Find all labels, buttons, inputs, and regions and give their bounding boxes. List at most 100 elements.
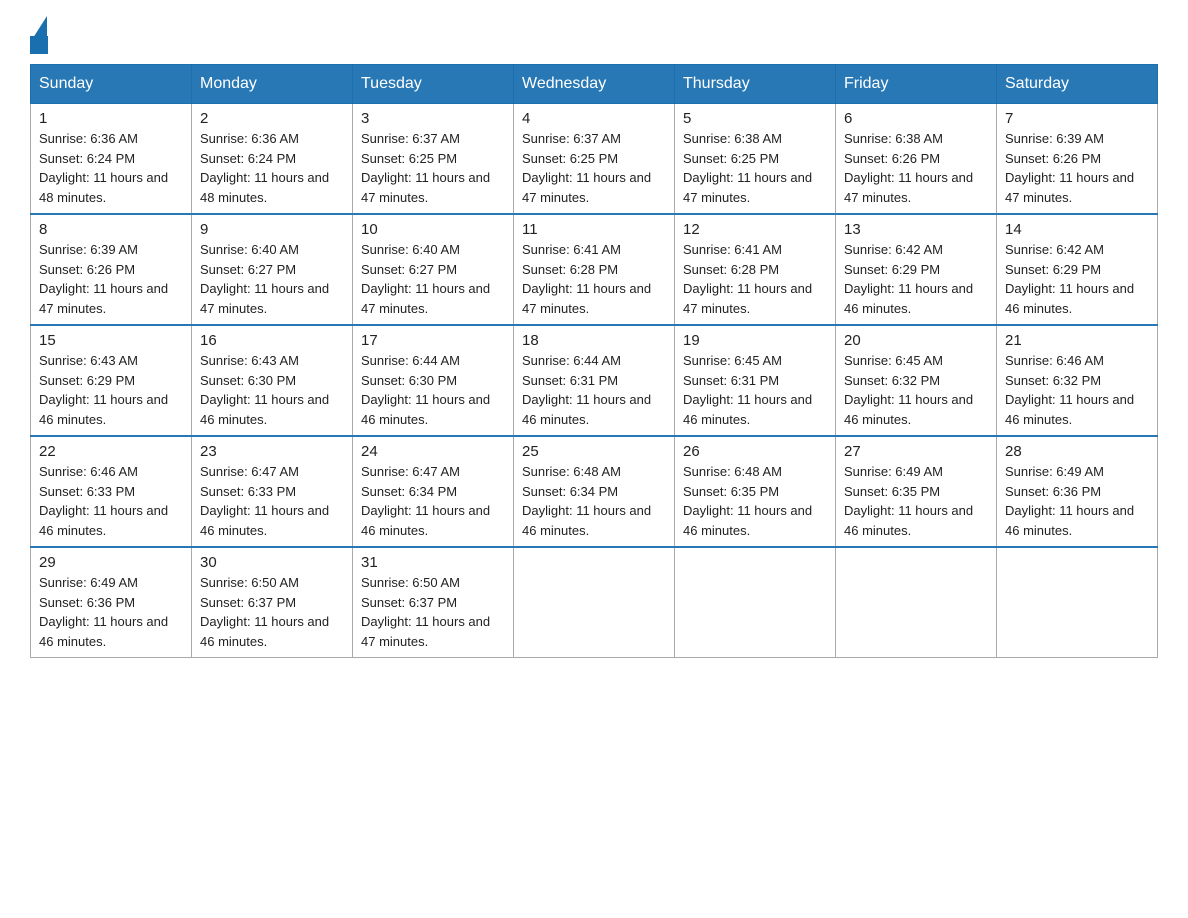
day-info: Sunrise: 6:47 AMSunset: 6:33 PMDaylight:… bbox=[200, 462, 344, 540]
day-number: 10 bbox=[361, 221, 505, 238]
calendar-day-cell: 9 Sunrise: 6:40 AMSunset: 6:27 PMDaylight… bbox=[192, 214, 353, 325]
calendar-day-cell: 15Sunrise: 6:43 AMSunset: 6:29 PMDayligh… bbox=[31, 325, 192, 436]
calendar-day-cell: 23Sunrise: 6:47 AMSunset: 6:33 PMDayligh… bbox=[192, 436, 353, 547]
day-info: Sunrise: 6:44 AMSunset: 6:30 PMDaylight:… bbox=[361, 351, 505, 429]
day-info: Sunrise: 6:37 AMSunset: 6:25 PMDaylight:… bbox=[361, 129, 505, 207]
calendar-day-cell: 8Sunrise: 6:39 AMSunset: 6:26 PMDaylight… bbox=[31, 214, 192, 325]
day-info: Sunrise: 6:49 AMSunset: 6:36 PMDaylight:… bbox=[1005, 462, 1149, 540]
calendar-day-cell: 29 Sunrise: 6:49 AMSunset: 6:36 PMDayligh… bbox=[31, 547, 192, 658]
calendar-day-cell: 5 Sunrise: 6:38 AMSunset: 6:25 PMDaylight… bbox=[675, 104, 836, 215]
day-number: 13 bbox=[844, 221, 988, 238]
calendar-day-cell bbox=[514, 547, 675, 658]
calendar-day-cell: 21 Sunrise: 6:46 AMSunset: 6:32 PMDayligh… bbox=[997, 325, 1158, 436]
day-info: Sunrise: 6:47 AMSunset: 6:34 PMDaylight:… bbox=[361, 462, 505, 540]
calendar-day-cell: 2 Sunrise: 6:36 AMSunset: 6:24 PMDaylight… bbox=[192, 104, 353, 215]
day-info: Sunrise: 6:42 AMSunset: 6:29 PMDaylight:… bbox=[1005, 240, 1149, 318]
calendar-day-cell bbox=[997, 547, 1158, 658]
calendar-header-wednesday: Wednesday bbox=[514, 65, 675, 104]
day-info: Sunrise: 6:46 AMSunset: 6:33 PMDaylight:… bbox=[39, 462, 183, 540]
calendar-table: SundayMondayTuesdayWednesdayThursdayFrid… bbox=[30, 64, 1158, 658]
calendar-week-row: 1 Sunrise: 6:36 AMSunset: 6:24 PMDaylight… bbox=[31, 104, 1158, 215]
calendar-day-cell: 14 Sunrise: 6:42 AMSunset: 6:29 PMDayligh… bbox=[997, 214, 1158, 325]
calendar-day-cell: 25 Sunrise: 6:48 AMSunset: 6:34 PMDayligh… bbox=[514, 436, 675, 547]
calendar-week-row: 29 Sunrise: 6:49 AMSunset: 6:36 PMDayligh… bbox=[31, 547, 1158, 658]
calendar-week-row: 15Sunrise: 6:43 AMSunset: 6:29 PMDayligh… bbox=[31, 325, 1158, 436]
calendar-day-cell: 30 Sunrise: 6:50 AMSunset: 6:37 PMDayligh… bbox=[192, 547, 353, 658]
calendar-header-thursday: Thursday bbox=[675, 65, 836, 104]
calendar-week-row: 8Sunrise: 6:39 AMSunset: 6:26 PMDaylight… bbox=[31, 214, 1158, 325]
day-number: 18 bbox=[522, 332, 666, 349]
day-number: 31 bbox=[361, 554, 505, 571]
day-number: 12 bbox=[683, 221, 827, 238]
day-info: Sunrise: 6:48 AMSunset: 6:34 PMDaylight:… bbox=[522, 462, 666, 540]
day-info: Sunrise: 6:43 AMSunset: 6:30 PMDaylight:… bbox=[200, 351, 344, 429]
day-info: Sunrise: 6:38 AMSunset: 6:26 PMDaylight:… bbox=[844, 129, 988, 207]
calendar-day-cell: 28 Sunrise: 6:49 AMSunset: 6:36 PMDayligh… bbox=[997, 436, 1158, 547]
calendar-day-cell: 4 Sunrise: 6:37 AMSunset: 6:25 PMDaylight… bbox=[514, 104, 675, 215]
day-number: 19 bbox=[683, 332, 827, 349]
day-number: 21 bbox=[1005, 332, 1149, 349]
day-number: 25 bbox=[522, 443, 666, 460]
day-number: 20 bbox=[844, 332, 988, 349]
day-number: 14 bbox=[1005, 221, 1149, 238]
day-info: Sunrise: 6:49 AMSunset: 6:36 PMDaylight:… bbox=[39, 573, 183, 651]
day-number: 8 bbox=[39, 221, 183, 238]
day-info: Sunrise: 6:37 AMSunset: 6:25 PMDaylight:… bbox=[522, 129, 666, 207]
calendar-day-cell: 27 Sunrise: 6:49 AMSunset: 6:35 PMDayligh… bbox=[836, 436, 997, 547]
calendar-day-cell: 13 Sunrise: 6:42 AMSunset: 6:29 PMDayligh… bbox=[836, 214, 997, 325]
day-number: 5 bbox=[683, 110, 827, 127]
calendar-day-cell bbox=[836, 547, 997, 658]
calendar-day-cell bbox=[675, 547, 836, 658]
day-number: 30 bbox=[200, 554, 344, 571]
calendar-day-cell: 20 Sunrise: 6:45 AMSunset: 6:32 PMDayligh… bbox=[836, 325, 997, 436]
day-number: 22 bbox=[39, 443, 183, 460]
calendar-day-cell: 18 Sunrise: 6:44 AMSunset: 6:31 PMDayligh… bbox=[514, 325, 675, 436]
calendar-week-row: 22 Sunrise: 6:46 AMSunset: 6:33 PMDayligh… bbox=[31, 436, 1158, 547]
day-number: 11 bbox=[522, 221, 666, 238]
logo-triangle-icon bbox=[33, 16, 47, 38]
day-number: 27 bbox=[844, 443, 988, 460]
day-number: 9 bbox=[200, 221, 344, 238]
calendar-day-cell: 31Sunrise: 6:50 AMSunset: 6:37 PMDayligh… bbox=[353, 547, 514, 658]
day-number: 1 bbox=[39, 110, 183, 127]
calendar-day-cell: 26Sunrise: 6:48 AMSunset: 6:35 PMDayligh… bbox=[675, 436, 836, 547]
day-info: Sunrise: 6:49 AMSunset: 6:35 PMDaylight:… bbox=[844, 462, 988, 540]
day-info: Sunrise: 6:41 AMSunset: 6:28 PMDaylight:… bbox=[683, 240, 827, 318]
day-info: Sunrise: 6:42 AMSunset: 6:29 PMDaylight:… bbox=[844, 240, 988, 318]
day-number: 16 bbox=[200, 332, 344, 349]
day-number: 7 bbox=[1005, 110, 1149, 127]
day-number: 26 bbox=[683, 443, 827, 460]
day-info: Sunrise: 6:40 AMSunset: 6:27 PMDaylight:… bbox=[200, 240, 344, 318]
day-info: Sunrise: 6:45 AMSunset: 6:31 PMDaylight:… bbox=[683, 351, 827, 429]
day-number: 28 bbox=[1005, 443, 1149, 460]
day-info: Sunrise: 6:45 AMSunset: 6:32 PMDaylight:… bbox=[844, 351, 988, 429]
calendar-header-row: SundayMondayTuesdayWednesdayThursdayFrid… bbox=[31, 65, 1158, 104]
day-number: 4 bbox=[522, 110, 666, 127]
calendar-day-cell: 3 Sunrise: 6:37 AMSunset: 6:25 PMDaylight… bbox=[353, 104, 514, 215]
calendar-day-cell: 6 Sunrise: 6:38 AMSunset: 6:26 PMDaylight… bbox=[836, 104, 997, 215]
day-number: 2 bbox=[200, 110, 344, 127]
day-info: Sunrise: 6:50 AMSunset: 6:37 PMDaylight:… bbox=[200, 573, 344, 651]
day-info: Sunrise: 6:41 AMSunset: 6:28 PMDaylight:… bbox=[522, 240, 666, 318]
day-number: 6 bbox=[844, 110, 988, 127]
calendar-day-cell: 11 Sunrise: 6:41 AMSunset: 6:28 PMDayligh… bbox=[514, 214, 675, 325]
calendar-day-cell: 17 Sunrise: 6:44 AMSunset: 6:30 PMDayligh… bbox=[353, 325, 514, 436]
calendar-day-cell: 12 Sunrise: 6:41 AMSunset: 6:28 PMDayligh… bbox=[675, 214, 836, 325]
logo bbox=[30, 20, 56, 54]
day-info: Sunrise: 6:43 AMSunset: 6:29 PMDaylight:… bbox=[39, 351, 183, 429]
day-number: 3 bbox=[361, 110, 505, 127]
calendar-header-tuesday: Tuesday bbox=[353, 65, 514, 104]
day-info: Sunrise: 6:38 AMSunset: 6:25 PMDaylight:… bbox=[683, 129, 827, 207]
calendar-header-saturday: Saturday bbox=[997, 65, 1158, 104]
calendar-header-monday: Monday bbox=[192, 65, 353, 104]
day-info: Sunrise: 6:36 AMSunset: 6:24 PMDaylight:… bbox=[200, 129, 344, 207]
calendar-day-cell: 24Sunrise: 6:47 AMSunset: 6:34 PMDayligh… bbox=[353, 436, 514, 547]
calendar-day-cell: 1Sunrise: 6:36 AMSunset: 6:24 PMDaylight… bbox=[31, 104, 192, 215]
day-info: Sunrise: 6:44 AMSunset: 6:31 PMDaylight:… bbox=[522, 351, 666, 429]
day-info: Sunrise: 6:46 AMSunset: 6:32 PMDaylight:… bbox=[1005, 351, 1149, 429]
calendar-day-cell: 7 Sunrise: 6:39 AMSunset: 6:26 PMDaylight… bbox=[997, 104, 1158, 215]
day-number: 17 bbox=[361, 332, 505, 349]
day-number: 29 bbox=[39, 554, 183, 571]
day-info: Sunrise: 6:39 AMSunset: 6:26 PMDaylight:… bbox=[1005, 129, 1149, 207]
day-info: Sunrise: 6:40 AMSunset: 6:27 PMDaylight:… bbox=[361, 240, 505, 318]
